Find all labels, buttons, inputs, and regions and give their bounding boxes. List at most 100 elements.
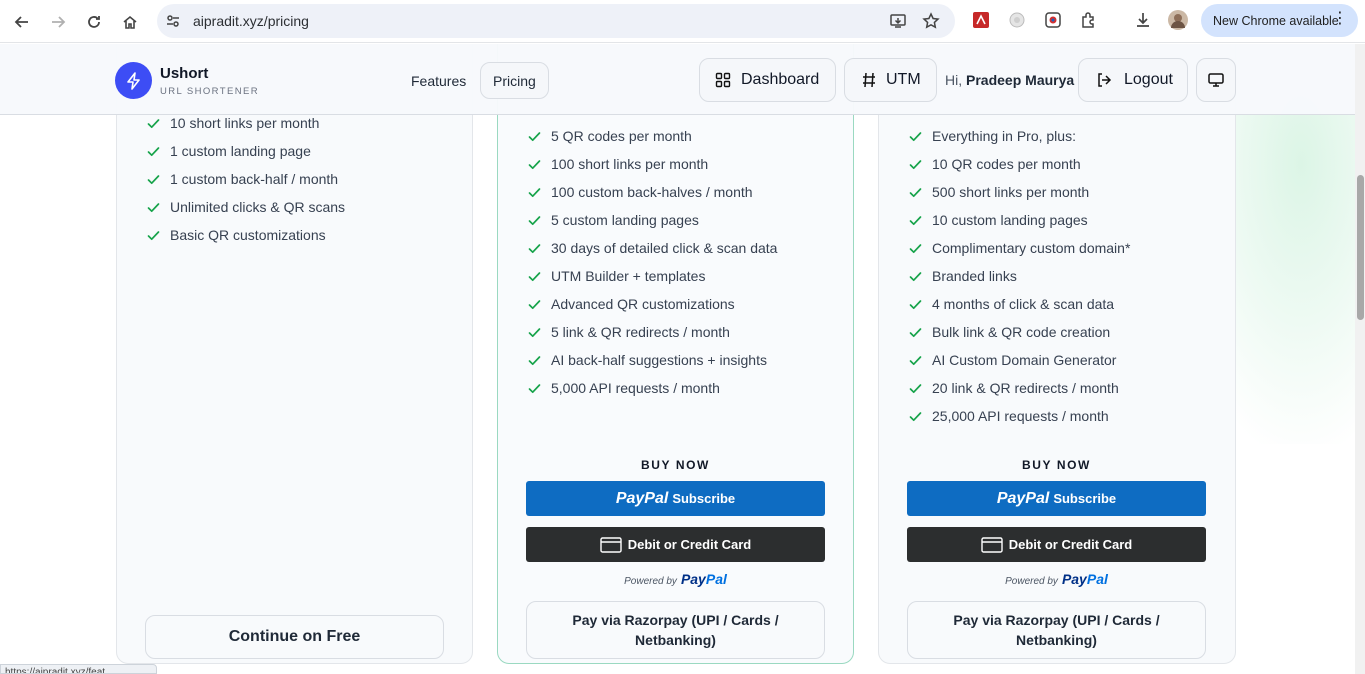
credit-card-icon xyxy=(981,536,1003,553)
nav-pricing-link[interactable]: Pricing xyxy=(480,62,549,99)
check-icon xyxy=(528,325,542,339)
bolt-logo-icon[interactable] xyxy=(115,62,152,99)
business-card-payment-button[interactable]: Debit or Credit Card xyxy=(907,527,1206,562)
credit-card-icon xyxy=(600,536,622,553)
plan-card-free xyxy=(116,44,473,664)
check-icon xyxy=(909,157,923,171)
site-header: Ushort URL SHORTENER Features Pricing Da… xyxy=(0,44,1355,115)
scrollbar-thumb[interactable] xyxy=(1357,175,1364,320)
chrome-menu-icon[interactable]: ⋮ xyxy=(1332,11,1348,27)
dashboard-button[interactable]: Dashboard xyxy=(699,58,836,102)
pro-feature-item: 5 QR codes per month xyxy=(528,128,692,144)
business-paypal-subscribe-button[interactable]: PayPal Subscribe xyxy=(907,481,1206,516)
utm-button[interactable]: UTM xyxy=(844,58,937,102)
browser-toolbar: aipradit.xyz/pricing New Chrome availabl… xyxy=(0,0,1365,43)
business-feature-item: 4 months of click & scan data xyxy=(909,296,1114,312)
feature-text: AI Custom Domain Generator xyxy=(932,352,1117,368)
feature-text: 100 custom back-halves / month xyxy=(551,184,753,200)
feature-text: 1 custom landing page xyxy=(170,143,311,159)
pro-card-payment-button[interactable]: Debit or Credit Card xyxy=(526,527,825,562)
check-icon xyxy=(147,200,161,214)
check-icon xyxy=(909,269,923,283)
user-name: Pradeep Maurya xyxy=(966,72,1075,88)
pro-feature-item: 5,000 API requests / month xyxy=(528,380,720,396)
extensions-puzzle-icon[interactable] xyxy=(1079,10,1099,30)
check-icon xyxy=(909,241,923,255)
home-icon[interactable] xyxy=(116,8,144,36)
url-text[interactable]: aipradit.xyz/pricing xyxy=(193,13,309,29)
paypal-subscribe-label: Subscribe xyxy=(672,491,736,506)
business-buy-now-label: BUY NOW xyxy=(1022,458,1091,472)
business-feature-item: 25,000 API requests / month xyxy=(909,408,1109,424)
check-icon xyxy=(528,157,542,171)
logout-button[interactable]: Logout xyxy=(1078,58,1188,102)
check-icon xyxy=(147,172,161,186)
business-razorpay-button[interactable]: Pay via Razorpay (UPI / Cards / Netbanki… xyxy=(907,601,1206,659)
check-icon xyxy=(909,185,923,199)
nav-features-link[interactable]: Features xyxy=(411,62,466,99)
pro-razorpay-button[interactable]: Pay via Razorpay (UPI / Cards / Netbanki… xyxy=(526,601,825,659)
free-feature-item: 10 short links per month xyxy=(147,115,319,131)
feature-text: 25,000 API requests / month xyxy=(932,408,1109,424)
check-icon xyxy=(528,269,542,283)
back-icon[interactable] xyxy=(8,8,36,36)
feature-text: 30 days of detailed click & scan data xyxy=(551,240,778,256)
business-feature-item: 20 link & QR redirects / month xyxy=(909,380,1119,396)
utm-label: UTM xyxy=(886,71,921,88)
business-feature-item: 500 short links per month xyxy=(909,184,1090,200)
grid-icon xyxy=(715,72,731,88)
business-feature-item: 10 custom landing pages xyxy=(909,212,1088,228)
business-feature-item: Bulk link & QR code creation xyxy=(909,324,1111,340)
forward-icon[interactable] xyxy=(44,8,72,36)
feature-text: 500 short links per month xyxy=(932,184,1090,200)
free-feature-item: 1 custom landing page xyxy=(147,143,311,159)
pro-paypal-subscribe-button[interactable]: PayPal Subscribe xyxy=(526,481,825,516)
feature-text: Unlimited clicks & QR scans xyxy=(170,199,346,215)
extension-camera-icon[interactable] xyxy=(1043,10,1063,30)
site-settings-icon[interactable] xyxy=(163,11,183,31)
feature-text: Basic QR customizations xyxy=(170,227,326,243)
brand-name[interactable]: Ushort xyxy=(160,65,208,82)
install-app-icon[interactable] xyxy=(888,11,908,31)
continue-free-button[interactable]: Continue on Free xyxy=(145,615,444,659)
feature-text: Complimentary custom domain* xyxy=(932,240,1131,256)
free-feature-item: Basic QR customizations xyxy=(147,227,326,243)
feature-text: Bulk link & QR code creation xyxy=(932,324,1111,340)
feature-text: 5 custom landing pages xyxy=(551,212,699,228)
chrome-update-button[interactable]: New Chrome available ⋮ xyxy=(1201,4,1358,37)
page-scrollbar[interactable] xyxy=(1355,44,1365,674)
paypal-logo: PayPal xyxy=(615,489,669,507)
dashboard-label: Dashboard xyxy=(741,71,820,88)
check-icon xyxy=(528,381,542,395)
business-powered-by-paypal: Powered by PayPal xyxy=(907,571,1206,587)
reload-icon[interactable] xyxy=(80,8,108,36)
free-feature-item: 1 custom back-half / month xyxy=(147,171,338,187)
powered-by-text: Powered by xyxy=(624,576,677,587)
greeting-prefix: Hi, xyxy=(945,72,963,88)
extension-red-icon[interactable] xyxy=(971,10,991,30)
check-icon xyxy=(528,213,542,227)
feature-text: 10 custom landing pages xyxy=(932,212,1088,228)
user-greeting: Hi, Pradeep Maurya xyxy=(945,72,1074,88)
paypal-subscribe-label: Subscribe xyxy=(1053,491,1117,506)
check-icon xyxy=(909,381,923,395)
pro-feature-item: 5 link & QR redirects / month xyxy=(528,324,730,340)
pro-buy-now-label: BUY NOW xyxy=(641,458,710,472)
bookmark-star-icon[interactable] xyxy=(921,11,941,31)
feature-text: 5,000 API requests / month xyxy=(551,380,720,396)
feature-text: Advanced QR customizations xyxy=(551,296,735,312)
pro-feature-item: 100 custom back-halves / month xyxy=(528,184,753,200)
download-icon[interactable] xyxy=(1133,10,1153,30)
address-bar[interactable]: aipradit.xyz/pricing xyxy=(157,4,955,38)
check-icon xyxy=(909,129,923,143)
business-feature-item: AI Custom Domain Generator xyxy=(909,352,1117,368)
business-feature-item: Everything in Pro, plus: xyxy=(909,128,1076,144)
theme-toggle-button[interactable] xyxy=(1196,58,1236,102)
check-icon xyxy=(528,129,542,143)
feature-text: Branded links xyxy=(932,268,1017,284)
pro-feature-item: UTM Builder + templates xyxy=(528,268,705,284)
free-feature-item: Unlimited clicks & QR scans xyxy=(147,199,346,215)
profile-avatar[interactable] xyxy=(1168,10,1188,30)
extension-gray-icon[interactable] xyxy=(1007,10,1027,30)
feature-text: 10 QR codes per month xyxy=(932,156,1081,172)
